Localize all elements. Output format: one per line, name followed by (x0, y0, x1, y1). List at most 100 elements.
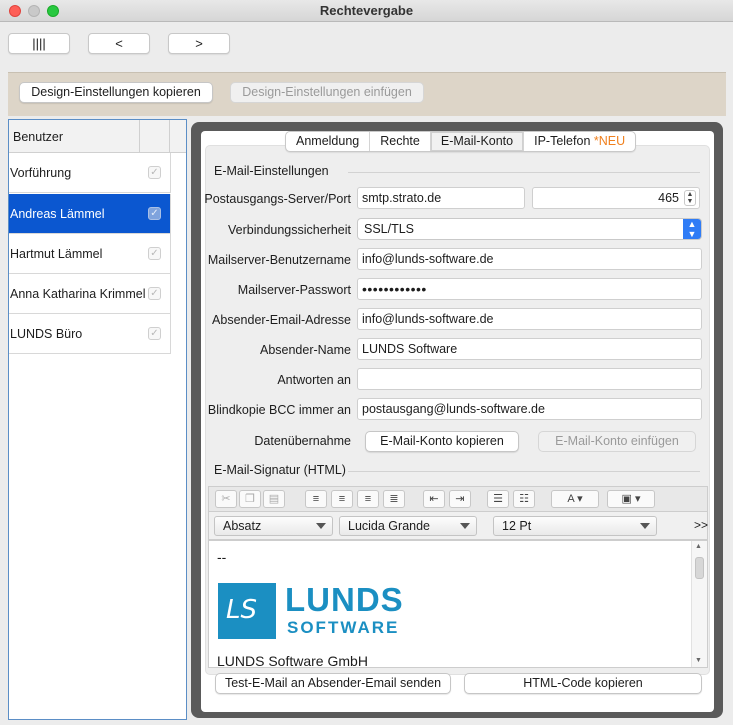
lunds-logo-mark: LS (218, 583, 276, 639)
reply-to-input[interactable] (357, 368, 702, 390)
zoom-window-button[interactable] (47, 5, 59, 17)
column-divider (139, 120, 140, 153)
password-label: Mailserver-Passwort (237, 283, 351, 297)
list-view-button[interactable]: |||| (8, 33, 70, 54)
scrollbar-thumb[interactable] (695, 557, 704, 579)
user-row[interactable]: Anna Katharina Krimmel ✓ (9, 274, 171, 314)
port-value: 465 (658, 191, 679, 205)
username-input[interactable]: info@lunds-software.de (357, 248, 702, 270)
stepper-arrows-icon[interactable]: ▲ ▼ (684, 190, 696, 206)
editor-scrollbar[interactable]: ▲ ▼ (691, 541, 707, 667)
user-checkbox[interactable]: ✓ (148, 287, 161, 300)
font-value: Lucida Grande (348, 519, 431, 533)
signature-dash-line: -- (217, 549, 227, 565)
more-tools-button[interactable]: >> (694, 518, 708, 532)
bcc-input[interactable]: postausgang@lunds-software.de (357, 398, 702, 420)
sender-name-input[interactable]: LUNDS Software (357, 338, 702, 360)
signature-editor[interactable]: -- LS LUNDS SOFTWARE LUNDS Software GmbH… (208, 540, 708, 668)
user-name: Anna Katharina Krimmel (10, 287, 146, 301)
user-row-selected[interactable]: Andreas Lämmel ✓ (9, 194, 171, 234)
tab-anmeldung[interactable]: Anmeldung (286, 132, 371, 151)
user-row[interactable]: LUNDS Büro ✓ (9, 314, 171, 354)
tab-ip-telefon[interactable]: IP-Telefon *NEU (524, 132, 635, 151)
copy-html-code-button[interactable]: HTML-Code kopieren (464, 673, 702, 694)
tab-email-konto[interactable]: E-Mail-Konto (430, 132, 525, 151)
chevron-down-icon (316, 523, 326, 529)
signature-company-line: LUNDS Software GmbH (217, 653, 368, 668)
paragraph-style-value: Absatz (223, 519, 262, 533)
align-justify-icon[interactable]: ≣ (383, 490, 405, 508)
chevron-down-icon (640, 523, 650, 529)
editor-toolbar: ✂ ❐ ▤ ≡ ≡ ≡ ≣ ⇤ ⇥ ☰ ☷ A ▾ ▣ ▾ (208, 486, 708, 512)
user-name: Vorführung (10, 166, 72, 180)
new-badge: *NEU (593, 134, 626, 148)
chevron-updown-icon: ▲ ▼ (683, 219, 701, 239)
indent-icon[interactable]: ⇥ (449, 490, 471, 508)
align-center-icon[interactable]: ≡ (331, 490, 353, 508)
password-input[interactable]: •••••••••••• (357, 278, 702, 300)
security-value: SSL/TLS (364, 222, 415, 236)
tab-bar: Anmeldung Rechte E-Mail-Konto IP-Telefon… (285, 131, 637, 152)
send-test-email-button[interactable]: Test-E-Mail an Absender-Email senden (215, 673, 451, 694)
align-right-icon[interactable]: ≡ (357, 490, 379, 508)
scroll-up-icon[interactable]: ▲ (695, 543, 702, 550)
paste-icon[interactable]: ▤ (263, 490, 285, 508)
section-divider (348, 172, 700, 173)
paste-email-account-button[interactable]: E-Mail-Konto einfügen (538, 431, 696, 452)
bullet-list-icon[interactable]: ☰ (487, 490, 509, 508)
sender-email-input[interactable]: info@lunds-software.de (357, 308, 702, 330)
user-checkbox[interactable]: ✓ (148, 166, 161, 179)
user-name: LUNDS Büro (10, 327, 83, 341)
minimize-window-button[interactable] (28, 5, 40, 17)
smtp-server-input[interactable]: smtp.strato.de (357, 187, 525, 209)
format-bar: Absatz Lucida Grande 12 Pt >> (208, 512, 708, 540)
user-checkbox[interactable]: ✓ (148, 327, 161, 340)
sender-email-label: Absender-Email-Adresse (212, 313, 351, 327)
paste-design-settings-button[interactable]: Design-Einstellungen einfügen (230, 82, 424, 103)
user-column-header[interactable]: Benutzer (13, 130, 63, 144)
font-size-select[interactable]: 12 Pt (493, 516, 657, 536)
title-bar: Rechtevergabe (0, 0, 733, 22)
chevron-down-icon (460, 523, 470, 529)
outdent-icon[interactable]: ⇤ (423, 490, 445, 508)
section-divider (348, 471, 700, 472)
logo-mark-text: LS (226, 595, 257, 625)
close-window-button[interactable] (9, 5, 21, 17)
logo-wordmark-top: LUNDS (285, 581, 404, 618)
user-row[interactable]: Vorführung ✓ (9, 153, 171, 193)
server-label: Postausgangs-Server/Port (204, 192, 351, 206)
username-label: Mailserver-Benutzername (207, 253, 351, 267)
font-select[interactable]: Lucida Grande (339, 516, 477, 536)
tab-rechte[interactable]: Rechte (370, 132, 431, 151)
copy-design-settings-button[interactable]: Design-Einstellungen kopieren (19, 82, 213, 103)
column-divider (169, 120, 170, 153)
align-left-icon[interactable]: ≡ (305, 490, 327, 508)
paragraph-style-select[interactable]: Absatz (214, 516, 333, 536)
previous-button[interactable]: < (88, 33, 150, 54)
user-checkbox[interactable]: ✓ (148, 247, 161, 260)
next-button[interactable]: > (168, 33, 230, 54)
logo-wordmark-bottom: SOFTWARE (287, 618, 400, 637)
tab-ip-label: IP-Telefon (534, 134, 591, 148)
user-list-header: Benutzer (9, 120, 186, 153)
data-transfer-label: Datenübernahme (254, 434, 351, 448)
user-name: Andreas Lämmel (10, 207, 105, 221)
security-select[interactable]: SSL/TLS ▲ ▼ (357, 218, 702, 240)
port-stepper[interactable]: 465 ▲ ▼ (532, 187, 700, 209)
window-title: Rechtevergabe (319, 3, 414, 18)
user-row[interactable]: Hartmut Lämmel ✓ (9, 234, 171, 274)
numbered-list-icon[interactable]: ☷ (513, 490, 535, 508)
background-color-icon[interactable]: ▣ ▾ (607, 490, 655, 508)
cut-icon[interactable]: ✂ (215, 490, 237, 508)
user-checkbox[interactable]: ✓ (148, 207, 161, 220)
signature-heading: E-Mail-Signatur (HTML) (214, 463, 346, 477)
bcc-label: Blindkopie BCC immer an (207, 403, 351, 417)
sender-name-label: Absender-Name (259, 343, 351, 357)
copy-email-account-button[interactable]: E-Mail-Konto kopieren (365, 431, 519, 452)
text-color-icon[interactable]: A ▾ (551, 490, 599, 508)
scroll-down-icon[interactable]: ▼ (695, 657, 702, 664)
font-size-value: 12 Pt (502, 519, 532, 533)
copy-icon[interactable]: ❐ (239, 490, 261, 508)
reply-to-label: Antworten an (277, 373, 351, 387)
user-name: Hartmut Lämmel (10, 247, 103, 261)
